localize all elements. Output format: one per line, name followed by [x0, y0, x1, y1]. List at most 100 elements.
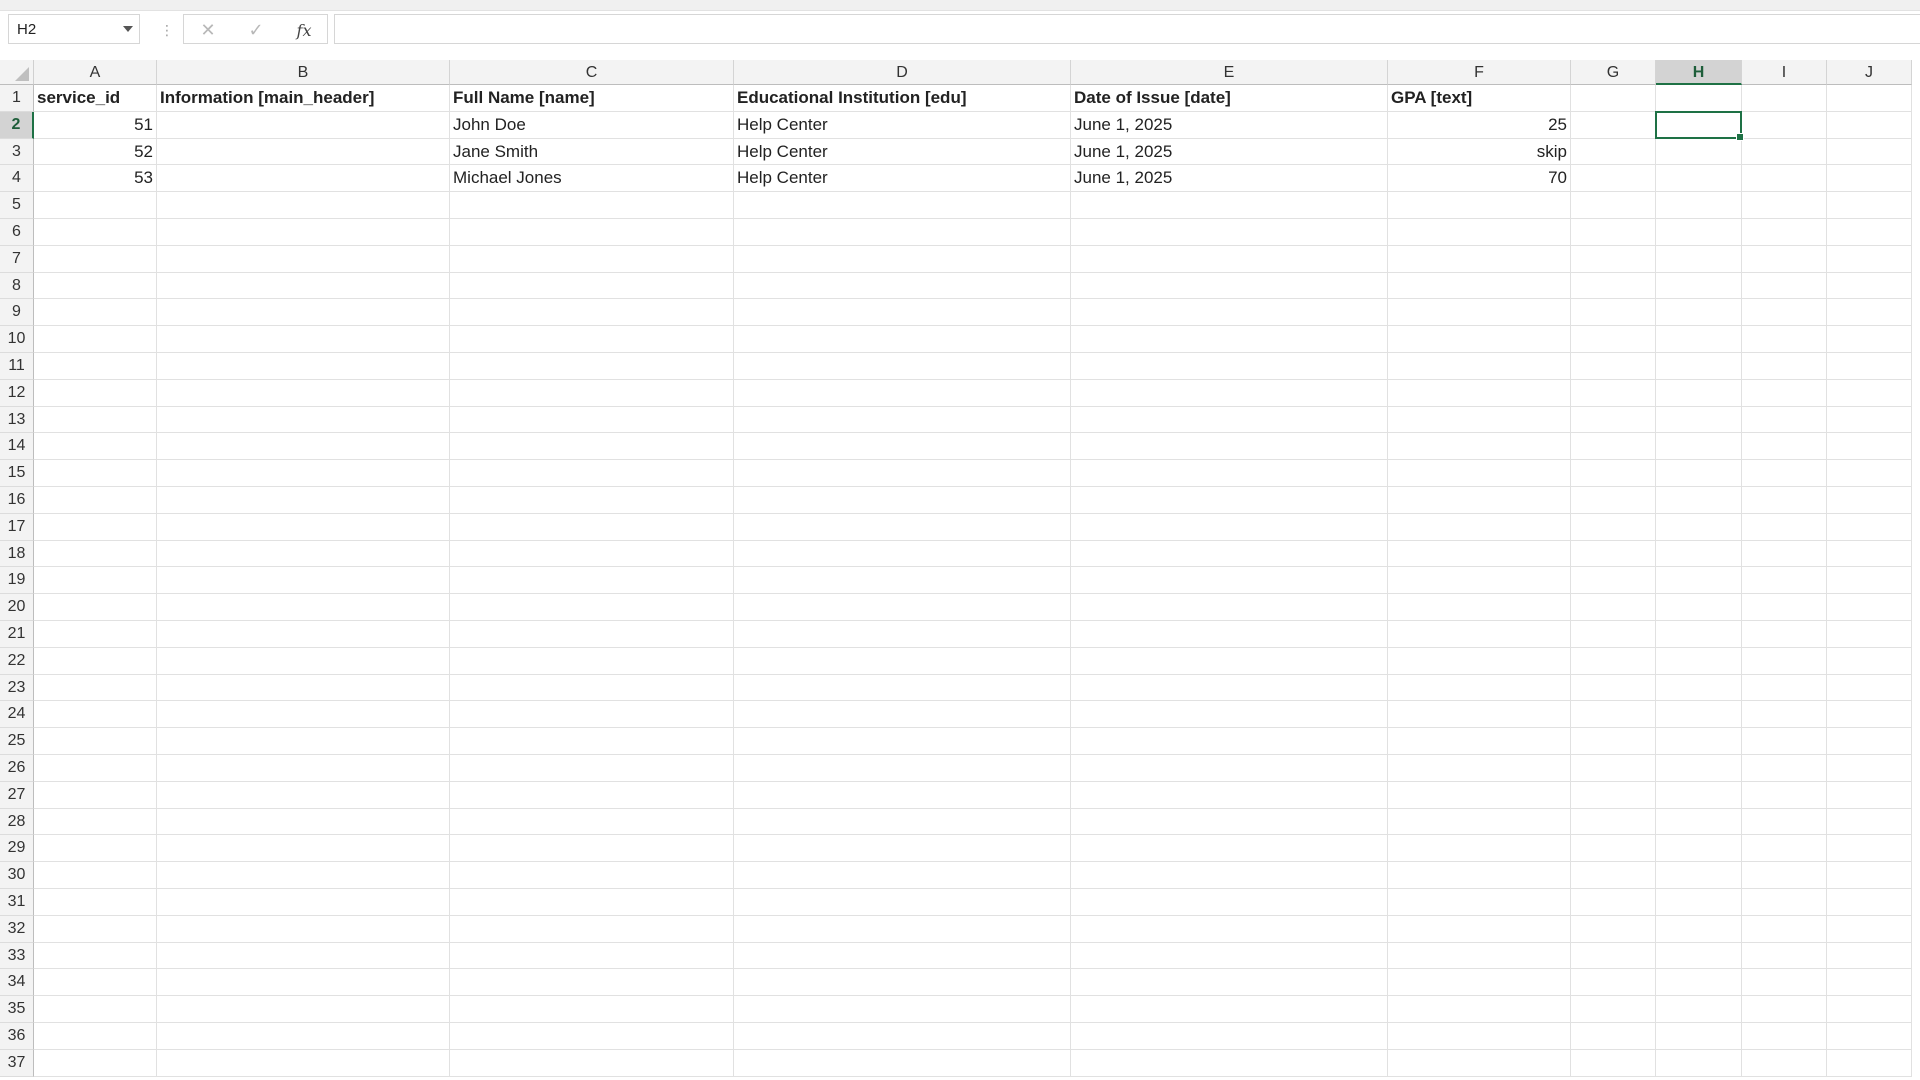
- cell-g11[interactable]: [1571, 353, 1656, 380]
- cell-j9[interactable]: [1827, 299, 1912, 327]
- cell-i28[interactable]: [1742, 808, 1827, 836]
- cell-h8[interactable]: [1656, 272, 1742, 300]
- cell-j32[interactable]: [1827, 915, 1912, 943]
- cell-d5[interactable]: [734, 192, 1071, 219]
- cell-b27[interactable]: [157, 781, 450, 809]
- cell-e24[interactable]: [1071, 701, 1388, 729]
- cell-i6[interactable]: [1742, 219, 1827, 246]
- cell-h26[interactable]: [1656, 755, 1742, 782]
- cell-g25[interactable]: [1571, 728, 1656, 755]
- cell-c13[interactable]: [450, 406, 734, 434]
- cell-g37[interactable]: [1571, 1049, 1656, 1077]
- cell-g15[interactable]: [1571, 460, 1656, 487]
- cell-i2[interactable]: [1742, 111, 1827, 139]
- cell-d12[interactable]: [734, 379, 1071, 407]
- cell-i3[interactable]: [1742, 138, 1827, 166]
- cell-i23[interactable]: [1742, 674, 1827, 702]
- cell-i21[interactable]: [1742, 621, 1827, 648]
- column-header-c[interactable]: C: [450, 60, 734, 85]
- cell-j15[interactable]: [1827, 460, 1912, 487]
- cell-d26[interactable]: [734, 755, 1071, 782]
- cell-f25[interactable]: [1388, 728, 1571, 755]
- cell-d32[interactable]: [734, 915, 1071, 943]
- row-header-35[interactable]: 35: [0, 996, 34, 1023]
- cell-g1[interactable]: [1571, 85, 1656, 112]
- cell-e13[interactable]: [1071, 406, 1388, 434]
- cell-d36[interactable]: [734, 1023, 1071, 1050]
- cell-h27[interactable]: [1656, 781, 1742, 809]
- cell-i32[interactable]: [1742, 915, 1827, 943]
- cell-i16[interactable]: [1742, 487, 1827, 514]
- cell-e6[interactable]: [1071, 219, 1388, 246]
- cell-g9[interactable]: [1571, 299, 1656, 327]
- row-header-11[interactable]: 11: [0, 353, 34, 380]
- cell-b16[interactable]: [157, 487, 450, 514]
- cell-b18[interactable]: [157, 540, 450, 568]
- cell-d16[interactable]: [734, 487, 1071, 514]
- cell-i31[interactable]: [1742, 889, 1827, 916]
- cell-g18[interactable]: [1571, 540, 1656, 568]
- cell-b1[interactable]: Information [main_header]: [157, 85, 450, 112]
- row-header-37[interactable]: 37: [0, 1049, 34, 1077]
- cell-f28[interactable]: [1388, 808, 1571, 836]
- cell-j19[interactable]: [1827, 567, 1912, 595]
- cell-c35[interactable]: [450, 996, 734, 1023]
- cell-b8[interactable]: [157, 272, 450, 300]
- cell-e17[interactable]: [1071, 513, 1388, 541]
- column-header-h[interactable]: H: [1656, 60, 1742, 85]
- cell-f10[interactable]: [1388, 326, 1571, 353]
- name-box[interactable]: H2: [8, 14, 140, 44]
- cell-d28[interactable]: [734, 808, 1071, 836]
- cell-d37[interactable]: [734, 1049, 1071, 1077]
- column-header-e[interactable]: E: [1071, 60, 1388, 85]
- cell-b12[interactable]: [157, 379, 450, 407]
- cell-c22[interactable]: [450, 647, 734, 675]
- cell-b30[interactable]: [157, 862, 450, 889]
- cell-d22[interactable]: [734, 647, 1071, 675]
- cell-i11[interactable]: [1742, 353, 1827, 380]
- cell-d14[interactable]: [734, 433, 1071, 461]
- formula-input[interactable]: [334, 14, 1920, 44]
- cell-a31[interactable]: [34, 889, 157, 916]
- cell-a32[interactable]: [34, 915, 157, 943]
- more-options-icon[interactable]: ⋮: [160, 22, 174, 39]
- row-header-32[interactable]: 32: [0, 915, 34, 943]
- cell-a7[interactable]: [34, 245, 157, 273]
- cell-i1[interactable]: [1742, 85, 1827, 112]
- cell-h36[interactable]: [1656, 1023, 1742, 1050]
- cell-a29[interactable]: [34, 835, 157, 863]
- cell-e36[interactable]: [1071, 1023, 1388, 1050]
- cell-b2[interactable]: [157, 111, 450, 139]
- row-header-21[interactable]: 21: [0, 621, 34, 648]
- cell-c5[interactable]: [450, 192, 734, 219]
- cell-h37[interactable]: [1656, 1049, 1742, 1077]
- cell-h32[interactable]: [1656, 915, 1742, 943]
- cell-f29[interactable]: [1388, 835, 1571, 863]
- cell-b20[interactable]: [157, 594, 450, 621]
- cell-d8[interactable]: [734, 272, 1071, 300]
- cell-h6[interactable]: [1656, 219, 1742, 246]
- cell-h14[interactable]: [1656, 433, 1742, 461]
- cell-h7[interactable]: [1656, 245, 1742, 273]
- cell-c33[interactable]: [450, 942, 734, 970]
- cell-c32[interactable]: [450, 915, 734, 943]
- cell-g29[interactable]: [1571, 835, 1656, 863]
- cell-h23[interactable]: [1656, 674, 1742, 702]
- cell-e7[interactable]: [1071, 245, 1388, 273]
- cell-a35[interactable]: [34, 996, 157, 1023]
- row-header-15[interactable]: 15: [0, 460, 34, 487]
- row-header-23[interactable]: 23: [0, 674, 34, 702]
- cell-b37[interactable]: [157, 1049, 450, 1077]
- cell-e23[interactable]: [1071, 674, 1388, 702]
- cell-d17[interactable]: [734, 513, 1071, 541]
- cell-h33[interactable]: [1656, 942, 1742, 970]
- cell-d33[interactable]: [734, 942, 1071, 970]
- cell-b17[interactable]: [157, 513, 450, 541]
- cell-d27[interactable]: [734, 781, 1071, 809]
- cell-b6[interactable]: [157, 219, 450, 246]
- cell-h12[interactable]: [1656, 379, 1742, 407]
- cell-c9[interactable]: [450, 299, 734, 327]
- cell-i7[interactable]: [1742, 245, 1827, 273]
- cell-b19[interactable]: [157, 567, 450, 595]
- cell-i14[interactable]: [1742, 433, 1827, 461]
